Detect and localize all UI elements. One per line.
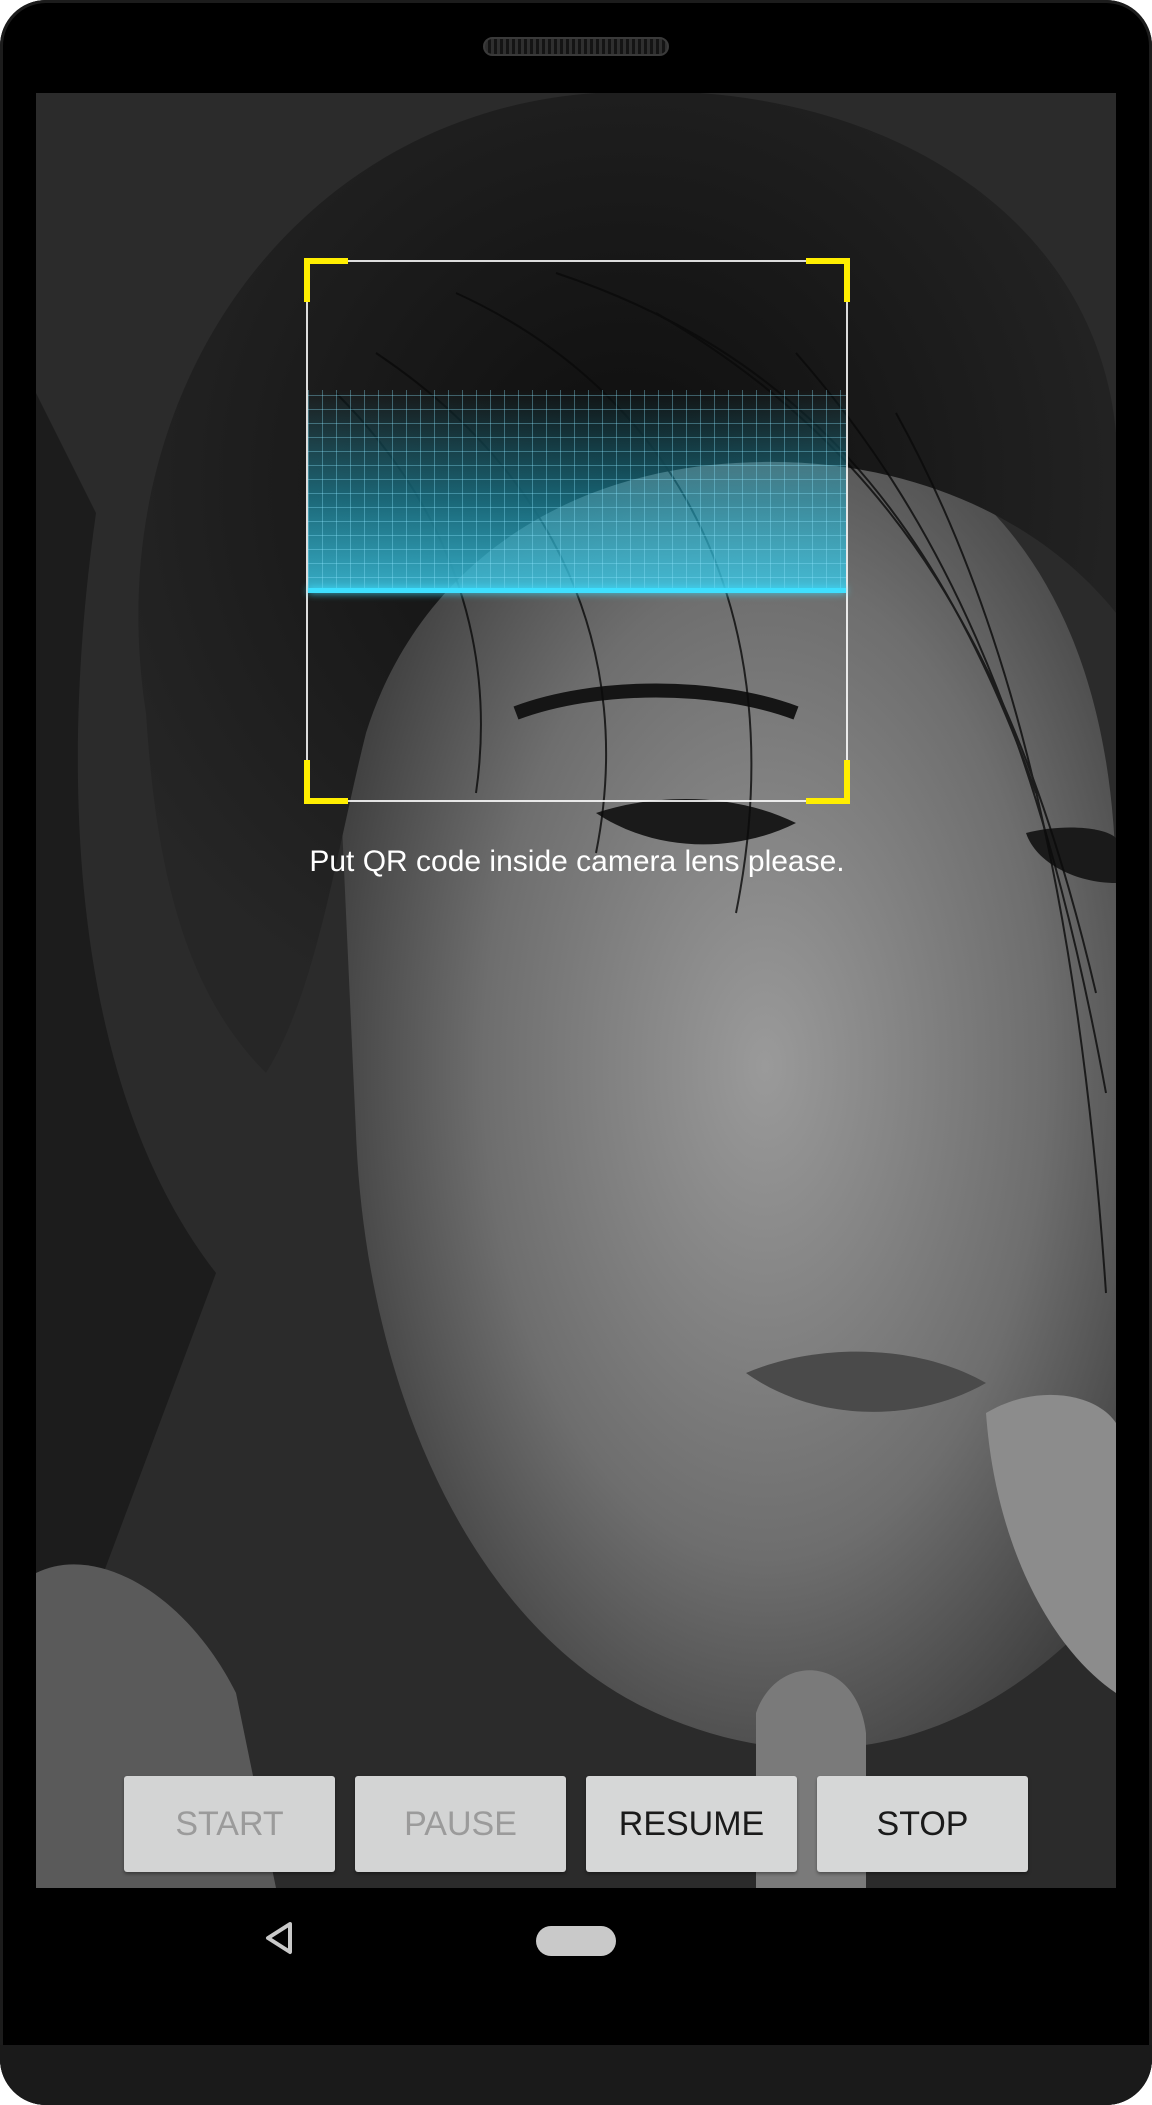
scan-grid-overlay	[308, 390, 846, 592]
pause-button[interactable]: PAUSE	[355, 1776, 566, 1872]
frame-corner-top-left	[304, 258, 348, 302]
qr-scan-frame	[304, 258, 850, 804]
scan-hint-text: Put QR code inside camera lens please.	[309, 845, 845, 878]
earpiece-speaker	[483, 37, 669, 56]
frame-corner-bottom-right	[806, 760, 850, 804]
home-pill-icon[interactable]	[536, 1926, 616, 1956]
camera-preview: Put QR code inside camera lens please. S…	[36, 93, 1116, 1888]
frame-corner-bottom-left	[304, 760, 348, 804]
system-navigation-bar	[36, 1888, 1116, 2008]
back-triangle-icon[interactable]	[260, 1918, 300, 1958]
scanner-control-bar: START PAUSE RESUME STOP	[124, 1776, 1034, 1872]
resume-button[interactable]: RESUME	[586, 1776, 797, 1872]
frame-corner-top-right	[806, 258, 850, 302]
start-button[interactable]: START	[124, 1776, 335, 1872]
phone-device-frame: Put QR code inside camera lens please. S…	[0, 0, 1152, 2105]
device-bottom-bezel	[0, 2045, 1152, 2105]
scan-laser-line	[308, 588, 846, 593]
stop-button[interactable]: STOP	[817, 1776, 1028, 1872]
